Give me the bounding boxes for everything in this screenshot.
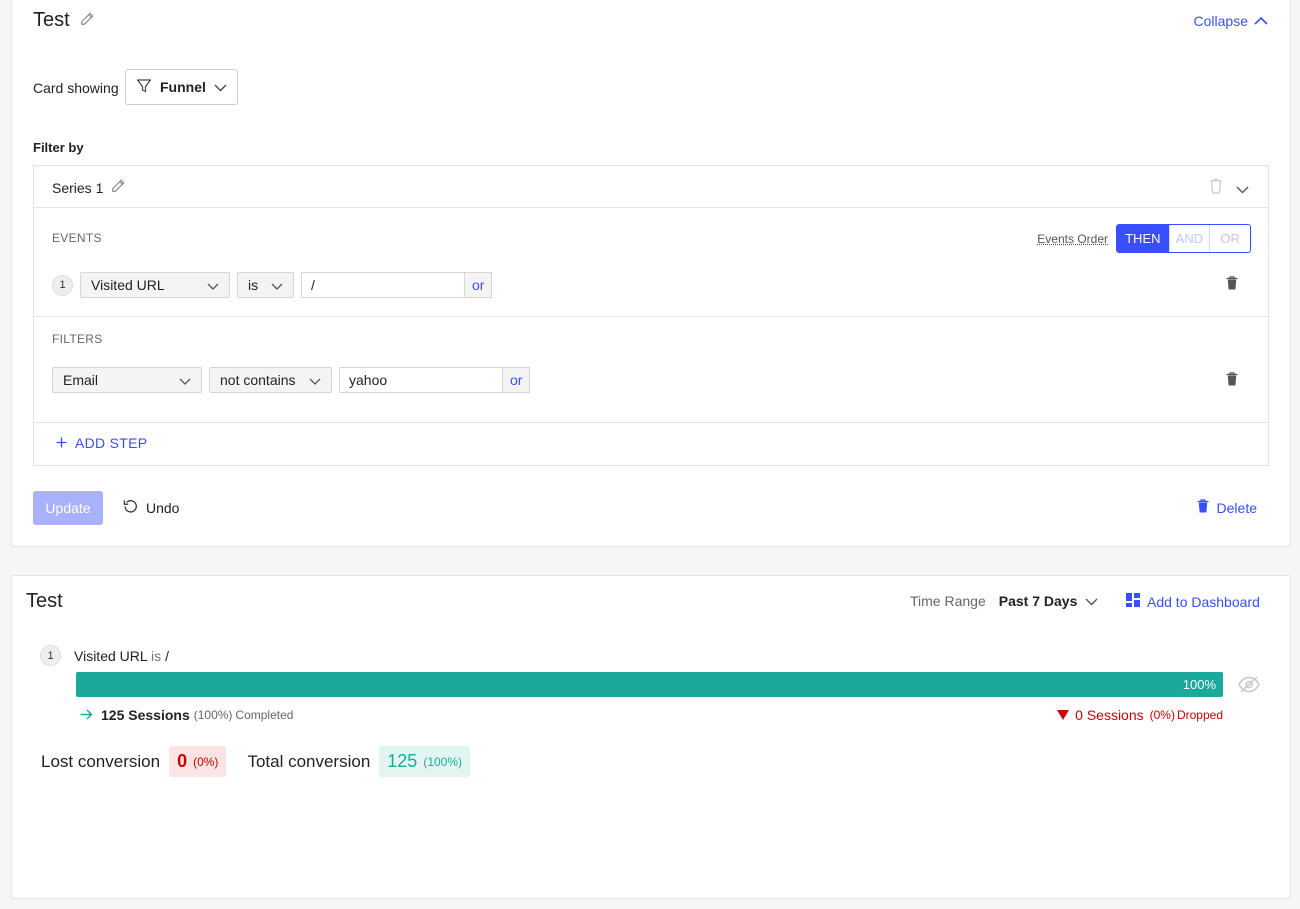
chevron-up-icon [1254, 13, 1268, 29]
total-conversion-label: Total conversion [247, 751, 371, 771]
series-trash-icon[interactable] [1209, 178, 1223, 197]
add-to-dashboard-button[interactable]: Add to Dashboard [1126, 593, 1260, 610]
event-operator-dropdown[interactable]: is [237, 272, 294, 298]
time-range: Time Range Past 7 Days [910, 593, 1098, 609]
caret-down-icon [1057, 707, 1070, 723]
delete-label: Delete [1216, 499, 1257, 516]
chevron-down-icon [179, 372, 191, 388]
section-divider [34, 316, 1268, 317]
eye-off-icon[interactable] [1238, 676, 1260, 696]
undo-icon [123, 499, 138, 517]
update-button[interactable]: Update [33, 491, 103, 525]
event-field-value: Visited URL [91, 277, 165, 293]
card-editor: Test Collapse Card showing Funnel Filter… [11, 0, 1291, 547]
event-operator-value: is [248, 277, 259, 293]
total-conversion-badge: 125 (100%) [379, 746, 471, 777]
events-order-label: Events Order [1037, 232, 1108, 246]
card-title: Test [33, 9, 70, 31]
events-order-toggle: THEN AND OR [1116, 224, 1251, 253]
filter-field-value: Email [63, 372, 99, 388]
chevron-down-icon [1085, 593, 1098, 609]
chevron-down-icon [271, 277, 283, 293]
series-name-row: Series 1 [52, 179, 125, 196]
conversion-summary: Lost conversion 0 (0%) Total conversion … [41, 746, 491, 777]
total-conversion-percent: (100%) [423, 754, 463, 769]
order-then-button[interactable]: THEN [1117, 225, 1169, 252]
order-or-button[interactable]: OR [1209, 225, 1250, 252]
stage-percent: 100% [1182, 677, 1216, 692]
event-field-dropdown[interactable]: Visited URL [80, 272, 230, 298]
undo-label: Undo [146, 500, 180, 516]
series-chevron-down-icon[interactable] [1236, 181, 1249, 197]
funnel-stage-header: 1 Visited URL is / [40, 645, 169, 666]
chevron-down-icon [214, 79, 227, 95]
edit-title-pencil-icon[interactable] [80, 9, 94, 32]
event-step-number: 1 [52, 274, 73, 296]
plus-icon [56, 435, 67, 451]
events-section-label: EVENTS [52, 231, 102, 245]
collapse-button[interactable]: Collapse [1194, 13, 1268, 29]
filter-by-label: Filter by [33, 140, 84, 155]
series-panel: Series 1 EVENTS Events Order THEN AND OR… [33, 165, 1269, 466]
total-conversion-value: 125 [387, 751, 418, 771]
series-header: Series 1 [34, 166, 1268, 208]
card-type-dropdown[interactable]: Funnel [125, 69, 238, 105]
edit-series-pencil-icon[interactable] [111, 179, 125, 196]
add-step-label: ADD STEP [75, 435, 148, 451]
funnel-icon [136, 78, 152, 97]
completed-percent: (100%) [193, 708, 233, 722]
completed-count: 125 Sessions [101, 707, 190, 723]
result-title: Test [26, 590, 63, 612]
stage-operator: is [151, 647, 162, 664]
dashboard-icon [1126, 593, 1140, 610]
dropped-label: Dropped [1176, 708, 1223, 722]
event-or-button[interactable]: or [465, 272, 493, 298]
collapse-label: Collapse [1193, 13, 1248, 29]
filters-section-label: FILTERS [52, 332, 103, 346]
lost-conversion-badge: 0 (0%) [169, 746, 227, 777]
filter-value-input[interactable]: yahoo [339, 367, 503, 393]
dropped-count: 0 Sessions [1075, 707, 1144, 723]
stage-number: 1 [40, 645, 61, 666]
filter-operator-value: not contains [220, 372, 296, 388]
stage-progress-bar: 100% [76, 672, 1223, 697]
add-step-button[interactable]: ADD STEP [56, 435, 147, 451]
event-row: 1 Visited URL is / or [52, 272, 493, 298]
dropped-percent: (0%) [1149, 708, 1175, 722]
series-name: Series 1 [52, 179, 104, 196]
card-result: Test Time Range Past 7 Days Add to Dashb… [11, 575, 1291, 899]
stage-field: Visited URL [74, 647, 148, 664]
completed-label: Completed [235, 708, 294, 722]
time-range-dropdown[interactable]: Past 7 Days [999, 593, 1099, 609]
section-divider [34, 422, 1268, 423]
lost-conversion-value: 0 [177, 751, 188, 771]
chevron-down-icon [207, 277, 219, 293]
time-range-value: Past 7 Days [998, 593, 1078, 609]
stage-progress-fill: 100% [76, 672, 1223, 697]
lost-conversion-label: Lost conversion [41, 751, 161, 771]
lost-conversion-percent: (0%) [193, 754, 219, 769]
add-to-dashboard-label: Add to Dashboard [1147, 593, 1260, 610]
dropped-sessions[interactable]: 0 Sessions (0%) Dropped [1057, 707, 1223, 723]
event-value-input[interactable]: / [301, 272, 465, 298]
event-trash-icon[interactable] [1226, 276, 1238, 293]
arrow-right-icon [80, 708, 93, 723]
filter-or-button[interactable]: or [503, 367, 531, 393]
filter-operator-dropdown[interactable]: not contains [209, 367, 332, 393]
card-type-value: Funnel [160, 79, 206, 95]
stage-value: / [165, 647, 169, 664]
completed-sessions: 125 Sessions (100%) Completed [80, 707, 293, 723]
undo-button[interactable]: Undo [123, 499, 179, 517]
order-and-button[interactable]: AND [1168, 225, 1210, 252]
filter-trash-icon[interactable] [1226, 372, 1238, 389]
filter-row: Email not contains yahoo or [52, 367, 531, 393]
delete-button[interactable]: Delete [1197, 499, 1257, 516]
card-title-row: Test [33, 9, 94, 32]
card-showing-label: Card showing [33, 80, 119, 96]
filter-field-dropdown[interactable]: Email [52, 367, 202, 393]
trash-icon [1197, 499, 1209, 516]
chevron-down-icon [309, 372, 321, 388]
time-range-label: Time Range [910, 593, 986, 609]
stage-label: Visited URL is / [74, 648, 169, 664]
